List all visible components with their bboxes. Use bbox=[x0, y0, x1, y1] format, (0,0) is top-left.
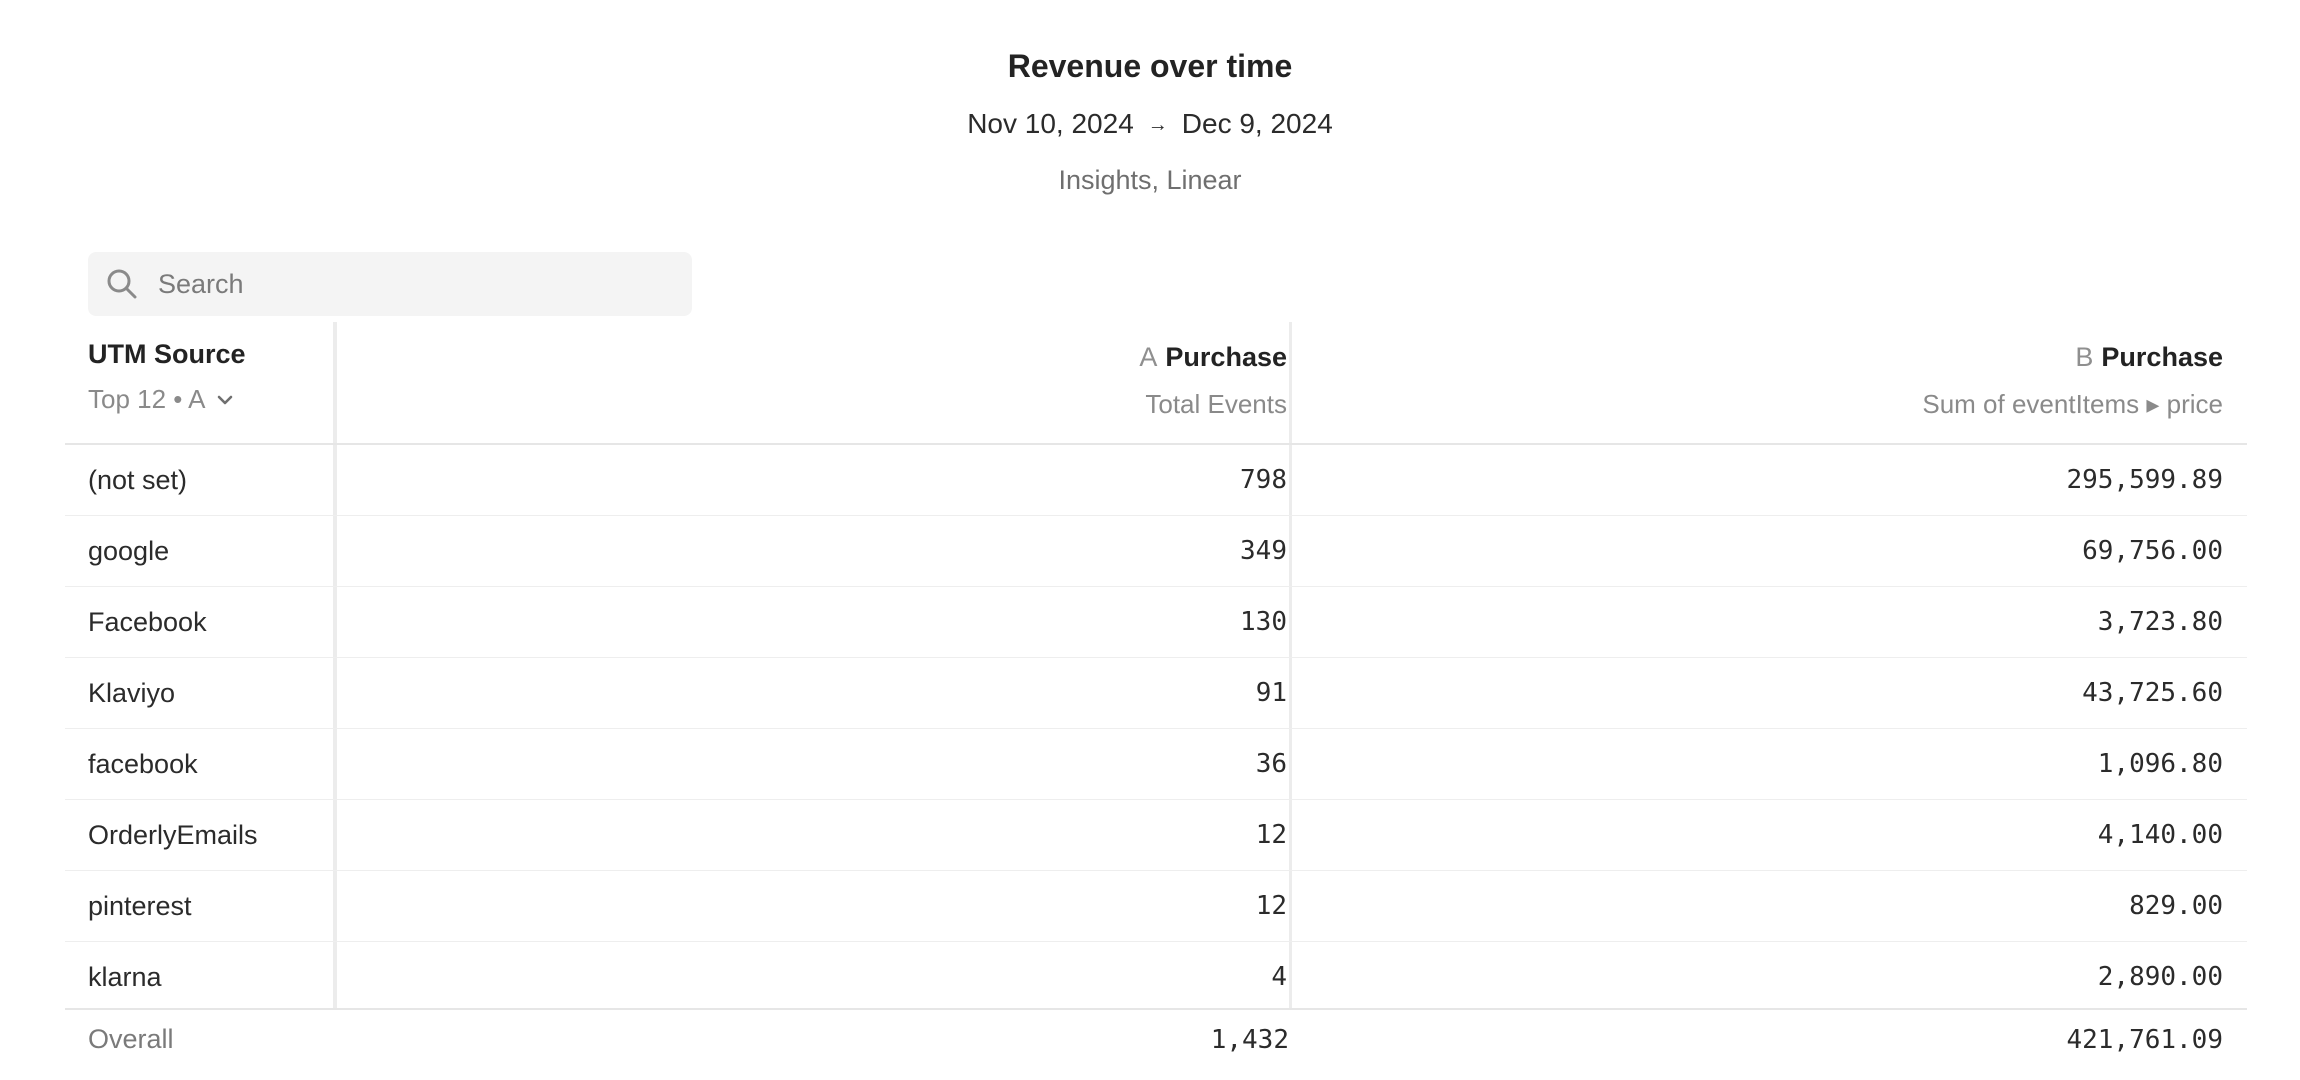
table-row[interactable]: facebook 36 1,096.80 bbox=[65, 729, 2247, 800]
search-box[interactable] bbox=[88, 252, 692, 316]
row-value-a: 12 bbox=[1255, 891, 1287, 921]
dimension-header: UTM Source Top 12 • A bbox=[88, 339, 246, 415]
metric-header-a[interactable]: A Purchase Total Events bbox=[1139, 342, 1287, 420]
metric-letter: A bbox=[1139, 342, 1158, 372]
dimension-title: UTM Source bbox=[88, 339, 246, 369]
row-value-b: 2,890.00 bbox=[2097, 962, 2223, 992]
metric-letter: B bbox=[2075, 342, 2094, 372]
row-value-a: 798 bbox=[1240, 465, 1287, 495]
top-n-label: Top 12 • A bbox=[88, 384, 206, 414]
table-row[interactable]: pinterest 12 829.00 bbox=[65, 871, 2247, 942]
date-range[interactable]: Nov 10, 2024 → Dec 9, 2024 bbox=[0, 108, 2300, 140]
search-input[interactable] bbox=[158, 252, 668, 316]
table-row[interactable]: Facebook 130 3,723.80 bbox=[65, 587, 2247, 658]
table-row[interactable]: OrderlyEmails 12 4,140.00 bbox=[65, 800, 2247, 871]
report-subtitle: Insights, Linear bbox=[1058, 165, 1242, 195]
row-value-a: 349 bbox=[1240, 536, 1287, 566]
overall-value-a: 1,432 bbox=[1210, 1025, 1289, 1055]
metric-sub: Sum of eventItems ▸ price bbox=[1922, 389, 2223, 419]
chevron-down-icon bbox=[217, 395, 232, 404]
date-end: Dec 9, 2024 bbox=[1181, 108, 1333, 139]
row-value-a: 4 bbox=[1271, 962, 1287, 992]
metric-label: Purchase bbox=[1165, 342, 1287, 372]
row-value-b: 1,096.80 bbox=[2097, 749, 2223, 779]
row-label: Klaviyo bbox=[88, 678, 176, 708]
row-value-a: 91 bbox=[1255, 678, 1287, 708]
row-value-b: 3,723.80 bbox=[2097, 607, 2223, 637]
metric-header-b[interactable]: B Purchase Sum of eventItems ▸ price bbox=[1922, 342, 2223, 420]
row-value-a: 130 bbox=[1240, 607, 1287, 637]
metric-label: Purchase bbox=[2101, 342, 2223, 372]
row-value-b: 295,599.89 bbox=[2066, 465, 2223, 495]
table-row[interactable]: klarna 4 2,890.00 bbox=[65, 942, 2247, 1012]
date-start: Nov 10, 2024 bbox=[967, 108, 1134, 139]
row-label: facebook bbox=[88, 749, 198, 779]
table-row[interactable]: Klaviyo 91 43,725.60 bbox=[65, 658, 2247, 729]
results-table: UTM Source Top 12 • A A Purchase Total Ev… bbox=[65, 322, 2247, 1012]
table-row[interactable]: google 349 69,756.00 bbox=[65, 516, 2247, 587]
overall-value-b: 421,761.09 bbox=[2066, 1025, 2223, 1055]
row-value-b: 829.00 bbox=[2129, 891, 2223, 921]
row-value-b: 4,140.00 bbox=[2097, 820, 2223, 850]
top-n-selector[interactable]: Top 12 • A bbox=[88, 384, 246, 415]
row-label: (not set) bbox=[88, 465, 188, 495]
table-row[interactable]: (not set) 798 295,599.89 bbox=[65, 445, 2247, 516]
overall-label: Overall bbox=[88, 1024, 174, 1054]
report-title: Revenue over time bbox=[1007, 48, 1293, 84]
report-page: Revenue over time Nov 10, 2024 → Dec 9, 20… bbox=[0, 0, 2300, 1080]
row-label: google bbox=[88, 536, 170, 566]
table-header: UTM Source Top 12 • A A Purchase Total Ev… bbox=[65, 322, 2247, 445]
row-value-b: 69,756.00 bbox=[2082, 536, 2223, 566]
arrow-right-icon: → bbox=[1147, 114, 1168, 136]
row-label: OrderlyEmails bbox=[88, 820, 258, 850]
row-label: pinterest bbox=[88, 891, 192, 921]
overall-row: Overall 1,432 421,761.09 bbox=[65, 1008, 2247, 1080]
row-label: klarna bbox=[88, 962, 162, 992]
row-label: Facebook bbox=[88, 607, 207, 637]
search-icon bbox=[107, 269, 137, 299]
metric-sub: Total Events bbox=[1145, 389, 1287, 419]
row-value-a: 12 bbox=[1255, 820, 1287, 850]
row-value-b: 43,725.60 bbox=[2082, 678, 2223, 708]
row-value-a: 36 bbox=[1255, 749, 1287, 779]
